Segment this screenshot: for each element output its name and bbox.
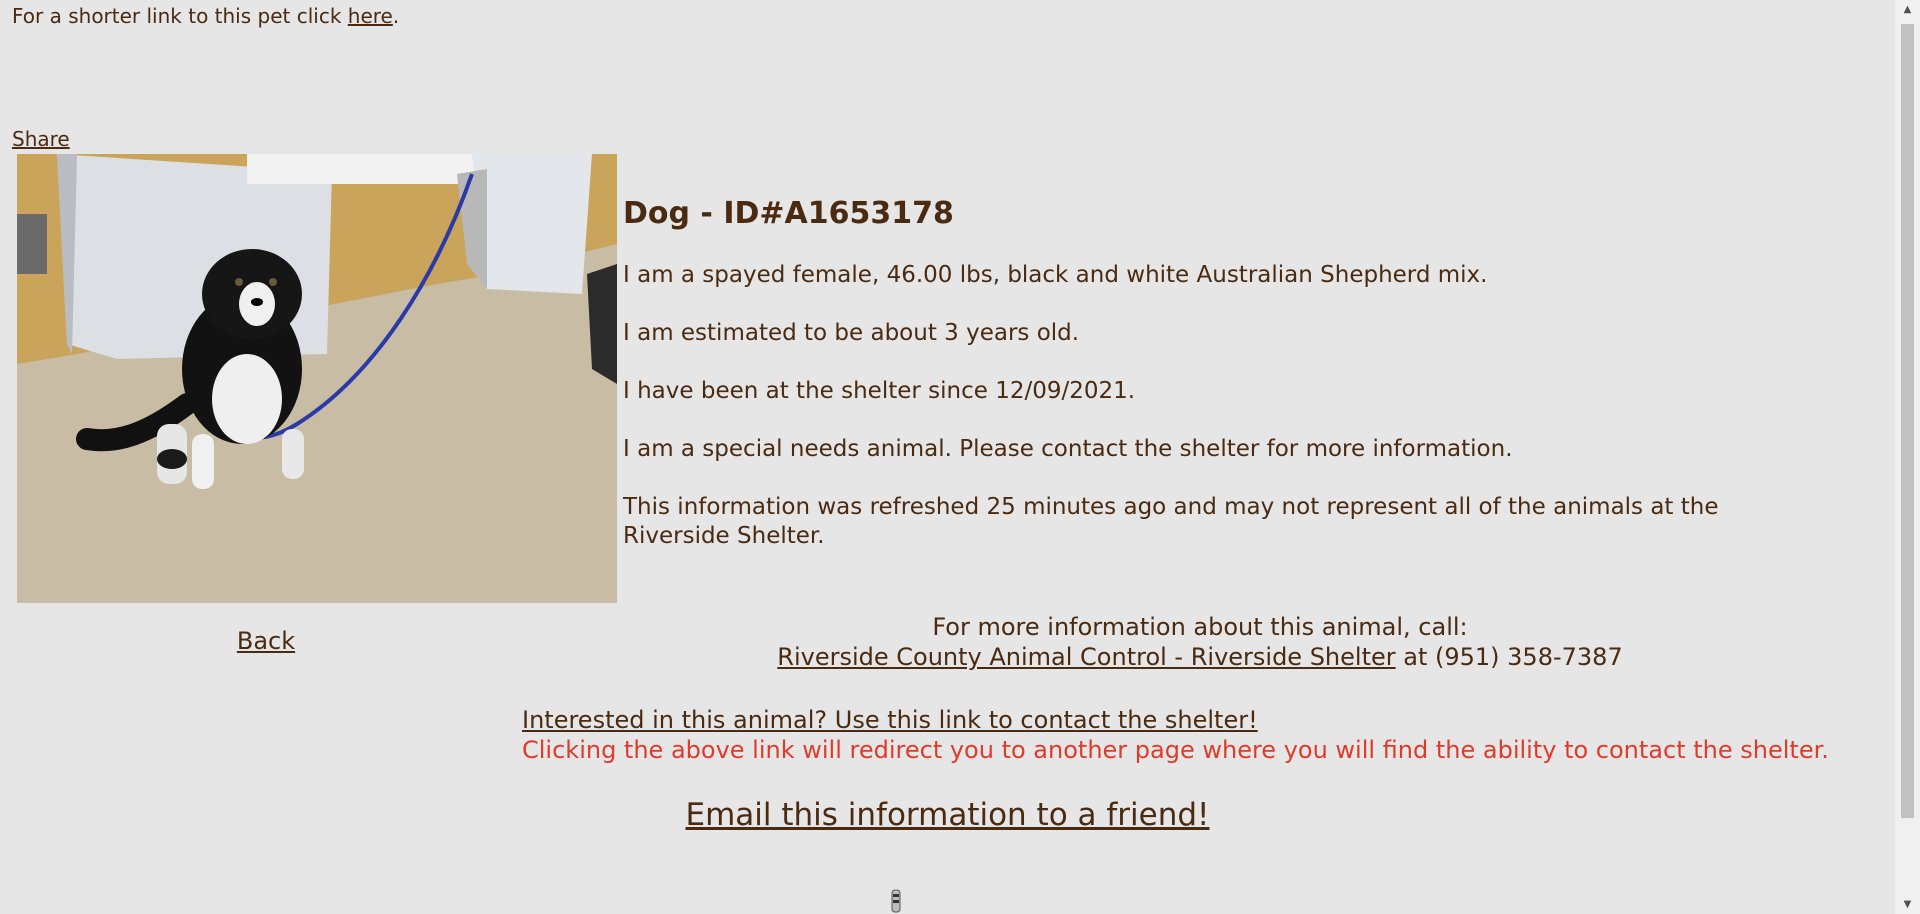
animal-since: I have been at the shelter since 12/09/2… bbox=[623, 378, 1136, 404]
animal-info: Dog - ID#A1653178 I am a spayed female, … bbox=[623, 196, 1823, 580]
shelter-line: Riverside County Animal Control - Rivers… bbox=[600, 642, 1800, 672]
contact-section: Interested in this animal? Use this link… bbox=[522, 705, 1829, 765]
short-link-prefix: For a shorter link to this pet click bbox=[12, 4, 348, 28]
share-link[interactable]: Share bbox=[12, 127, 70, 151]
animal-description: I am a spayed female, 46.00 lbs, black a… bbox=[623, 262, 1488, 288]
scroll-up-icon[interactable]: ▲ bbox=[1895, 4, 1920, 15]
email-friend-link[interactable]: Email this information to a friend! bbox=[686, 797, 1210, 833]
animal-title: Dog - ID#A1653178 bbox=[623, 196, 954, 231]
refresh-note: This information was refreshed 25 minute… bbox=[623, 494, 1719, 549]
animal-age: I am estimated to be about 3 years old. bbox=[623, 320, 1080, 346]
pet-photo bbox=[17, 154, 617, 603]
email-section: Email this information to a friend! bbox=[0, 797, 1895, 833]
short-link-here[interactable]: here bbox=[348, 4, 393, 28]
back-link[interactable]: Back bbox=[0, 627, 532, 655]
vertical-scrollbar[interactable]: ▲ ▼ bbox=[1895, 0, 1920, 914]
phone-text: at (951) 358-7387 bbox=[1395, 643, 1623, 671]
shelter-link[interactable]: Riverside County Animal Control - Rivers… bbox=[777, 643, 1395, 671]
contact-shelter-link[interactable]: Interested in this animal? Use this link… bbox=[522, 706, 1258, 734]
scroll-down-icon[interactable]: ▼ bbox=[1895, 899, 1920, 910]
call-text: For more information about this animal, … bbox=[932, 613, 1468, 641]
animal-special-needs: I am a special needs animal. Please cont… bbox=[623, 436, 1513, 462]
call-info: For more information about this animal, … bbox=[600, 612, 1800, 672]
redirect-note: Clicking the above link will redirect yo… bbox=[522, 736, 1829, 764]
short-link-suffix: . bbox=[392, 4, 400, 28]
scrollbar-thumb[interactable] bbox=[1901, 24, 1914, 818]
loading-icon bbox=[891, 889, 901, 913]
short-link-text: For a shorter link to this pet click her… bbox=[12, 4, 399, 28]
